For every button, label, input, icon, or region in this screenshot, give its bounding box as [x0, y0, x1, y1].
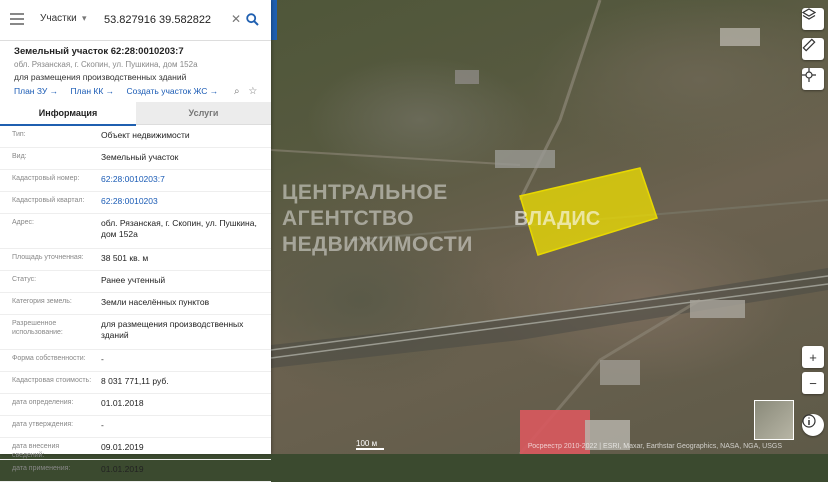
- menu-icon[interactable]: [10, 13, 24, 26]
- info-row-value: обл. Рязанская, г. Скопин, ул. Пушкина, …: [101, 218, 257, 239]
- info-row-label: дата определения:: [12, 399, 74, 406]
- info-row-label: дата утверждения:: [12, 421, 74, 428]
- info-row: Площадь уточненная: 38 501 кв. м: [0, 249, 271, 271]
- info-row: дата утверждения: -: [0, 416, 271, 438]
- info-panel: Участки ▾ ✕ Земельный участок 62:28:0010…: [0, 0, 271, 482]
- info-row-label: Кадастровая стоимость:: [12, 377, 92, 384]
- info-row-label: дата внесения сведений:: [12, 443, 60, 459]
- parcel-actions: ⌕ ☆: [234, 86, 257, 97]
- layers-icon[interactable]: [802, 8, 824, 30]
- chevron-down-icon[interactable]: ▾: [82, 13, 87, 24]
- info-row-value: 09.01.2019: [101, 442, 144, 452]
- parcel-links: План ЗУ → План КК → Создать участок ЖС →: [14, 86, 228, 96]
- info-row-label: Категория земель:: [12, 298, 72, 305]
- info-row-label: Кадастровый номер:: [12, 175, 80, 182]
- minimap[interactable]: [754, 400, 794, 440]
- info-row-label: дата применения:: [12, 465, 71, 472]
- info-row: Кадастровая стоимость: 8 031 771,11 руб.: [0, 372, 271, 394]
- zoom-to-icon[interactable]: ⌕: [234, 86, 240, 97]
- info-row-value[interactable]: 62:28:0010203: [101, 196, 261, 207]
- search-button[interactable]: [242, 8, 262, 30]
- info-row-value: Объект недвижимости: [101, 130, 190, 140]
- info-row-label: Площадь уточненная:: [12, 254, 84, 261]
- info-row-value: Земли населённых пунктов: [101, 297, 210, 307]
- info-row: Кадастровый номер: 62:28:0010203:7: [0, 170, 271, 192]
- info-row: Разрешенное использование: для размещения…: [0, 315, 271, 350]
- info-row-value: 01.01.2018: [101, 398, 144, 408]
- watermark: ЦЕНТРАЛЬНОЕ АГЕНТСТВО НЕДВИЖИМОСТИ: [282, 181, 473, 256]
- map-attribution: Росреестр 2010-2022 | ESRI, Maxar, Earth…: [527, 443, 782, 450]
- info-row-value: для размещения производственных зданий: [101, 319, 244, 340]
- info-row-label: Разрешенное использование:: [12, 320, 63, 336]
- search-bar: Участки ▾ ✕: [0, 0, 271, 41]
- info-row-label: Кадастровый квартал:: [12, 197, 85, 204]
- info-row: Вид: Земельный участок: [0, 148, 271, 170]
- search-icon: [245, 12, 259, 26]
- scale-bar: [356, 448, 384, 450]
- info-row-value: 8 031 771,11 руб.: [101, 376, 169, 386]
- plan-kk-link[interactable]: План КК →: [71, 86, 115, 96]
- zoom-out-button[interactable]: −: [802, 372, 824, 394]
- ruler-icon[interactable]: [802, 38, 824, 60]
- info-row: Категория земель: Земли населённых пункто…: [0, 293, 271, 315]
- plan-zu-link[interactable]: План ЗУ →: [14, 86, 58, 96]
- info-row-label: Адрес:: [12, 219, 34, 226]
- parcel-address: обл. Рязанская, г. Скопин, ул. Пушкина, …: [14, 60, 198, 69]
- info-row-value: Ранее учтенный: [101, 275, 166, 285]
- info-row: Форма собственности: -: [0, 350, 271, 372]
- info-icon[interactable]: [802, 414, 824, 436]
- search-input[interactable]: [104, 10, 230, 30]
- info-row-value: -: [101, 420, 104, 430]
- info-row: дата внесения сведений: 09.01.2019: [0, 438, 271, 460]
- tab-info[interactable]: Информация: [0, 102, 136, 126]
- info-row: дата определения: 01.01.2018: [0, 394, 271, 416]
- info-row-label: Статус:: [12, 276, 37, 283]
- info-rows: Тип: Объект недвижимости Вид: Земельный уча…: [0, 126, 271, 482]
- tab-services[interactable]: Услуги: [136, 102, 271, 124]
- tabs: Информация Услуги: [0, 102, 271, 126]
- info-row-label: Форма собственности:: [12, 355, 86, 362]
- info-row-label: Вид:: [12, 153, 27, 160]
- info-row: Адрес: обл. Рязанская, г. Скопин, ул. Пуш…: [0, 214, 271, 249]
- close-icon[interactable]: ✕: [231, 12, 241, 26]
- layer-select[interactable]: Участки: [40, 13, 77, 24]
- brand-watermark: ВЛАДИС: [514, 208, 601, 230]
- zoom-in-button[interactable]: +: [802, 346, 824, 368]
- search-accent: [271, 0, 277, 40]
- info-row-value: 38 501 кв. м: [101, 253, 149, 263]
- info-row-value: -: [101, 354, 104, 364]
- info-row: дата применения: 01.01.2019: [0, 460, 271, 482]
- parcel-purpose: для размещения производственных зданий: [14, 72, 187, 82]
- scale-label: 100 м: [356, 439, 378, 448]
- parcel-title: Земельный участок 62:28:0010203:7: [14, 46, 184, 57]
- info-row: Тип: Объект недвижимости: [0, 126, 271, 148]
- locate-icon[interactable]: [802, 68, 824, 90]
- info-row-value: Земельный участок: [101, 152, 179, 162]
- info-row: Статус: Ранее учтенный: [0, 271, 271, 293]
- info-row-label: Тип:: [12, 131, 26, 138]
- star-icon[interactable]: ☆: [248, 86, 257, 97]
- info-row: Кадастровый квартал: 62:28:0010203: [0, 192, 271, 214]
- info-row-value[interactable]: 62:28:0010203:7: [101, 174, 261, 185]
- info-row-value: 01.01.2019: [101, 464, 144, 474]
- create-parcel-link[interactable]: Создать участок ЖС →: [127, 86, 219, 96]
